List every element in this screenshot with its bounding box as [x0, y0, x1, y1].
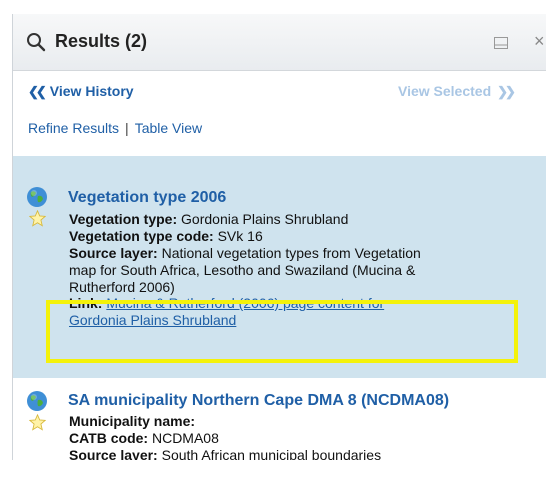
result-actions: Refine Results | Table View [28, 120, 202, 136]
star-icon[interactable] [29, 210, 46, 227]
field-row: Municipality name: [69, 413, 196, 429]
search-icon [27, 33, 46, 52]
field-row: CATB code: NCDMA08 [69, 430, 219, 446]
globe-icon [27, 391, 47, 411]
result-title[interactable]: SA municipality Northern Cape DMA 8 (NCD… [68, 392, 449, 410]
result-title[interactable]: Vegetation type 2006 [68, 189, 226, 207]
close-icon[interactable]: × [534, 31, 545, 52]
source-layer-cont: Rutherford 2006) [69, 279, 175, 295]
source-layer: Source layer: National vegetation types … [69, 245, 421, 261]
panel-title: Results (2) [55, 31, 148, 51]
view-selected-link[interactable]: View Selected ❯❯ [398, 83, 516, 100]
highlight-box [46, 300, 518, 363]
refine-results-link[interactable]: Refine Results [28, 120, 119, 136]
double-chevron-left-icon: ❮❮ [28, 84, 47, 99]
table-view-link[interactable]: Table View [135, 120, 202, 136]
view-history-link[interactable]: ❮❮ View History [28, 83, 134, 100]
double-chevron-right-icon: ❯❯ [497, 84, 516, 99]
results-panel: Results (2) × ❮❮ View History View Select… [12, 14, 546, 460]
star-icon[interactable] [29, 414, 46, 431]
panel-header: Results (2) × [13, 14, 546, 71]
minimize-icon[interactable] [494, 37, 508, 49]
field-row: Vegetation type code: SVk 16 [69, 228, 263, 244]
source-layer-cont: map for South Africa, Lesotho and Swazil… [69, 262, 416, 278]
separator: | [125, 120, 129, 136]
field-row: Vegetation type: Gordonia Plains Shrubla… [69, 211, 349, 227]
result-details: Municipality name: CATB code: NCDMA08 So… [69, 413, 545, 460]
source-layer: Source layer: South African municipal bo… [69, 447, 382, 460]
result-item[interactable]: SA municipality Northern Cape DMA 8 (NCD… [13, 378, 546, 460]
globe-icon [27, 187, 47, 207]
